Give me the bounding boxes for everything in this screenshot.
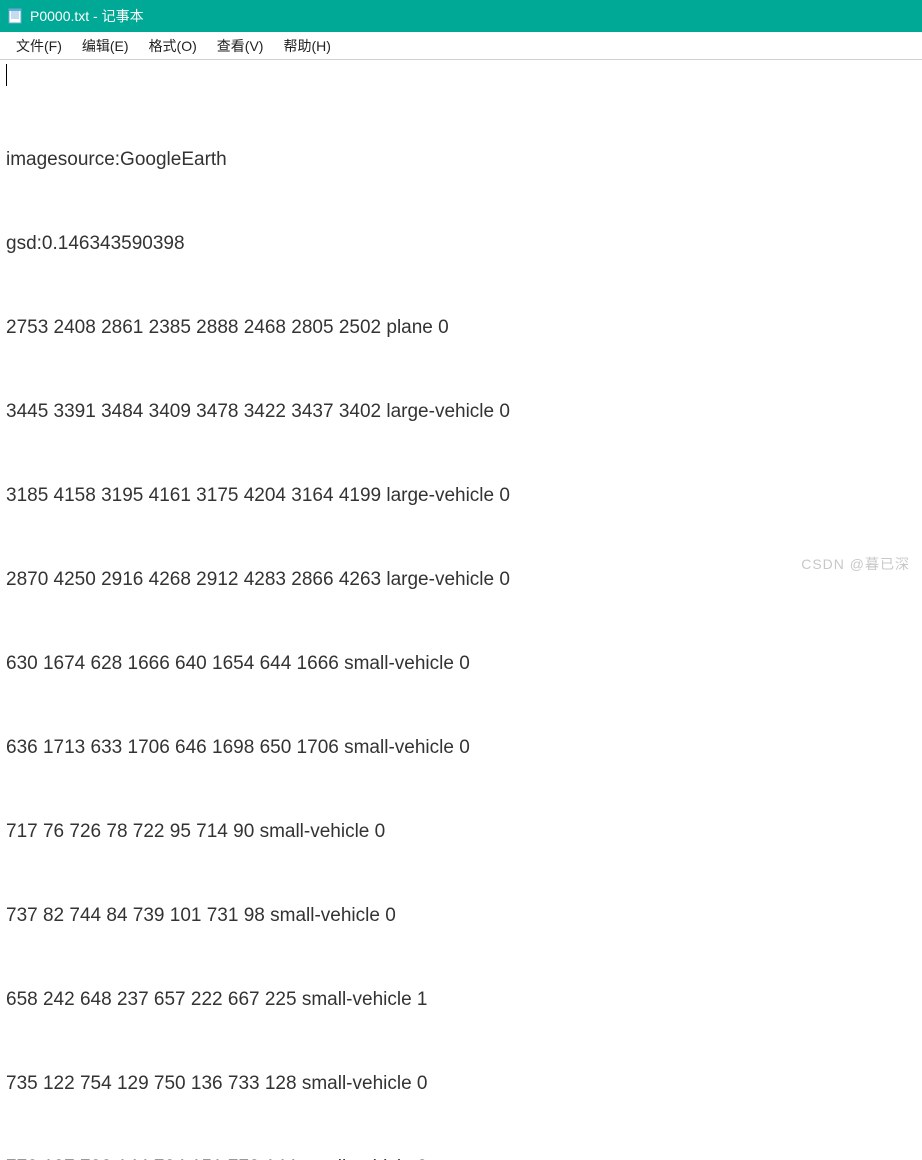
menu-help[interactable]: 帮助(H)	[275, 34, 338, 58]
text-area[interactable]: imagesource:GoogleEarth gsd:0.1463435903…	[0, 60, 922, 1160]
text-line: 3445 3391 3484 3409 3478 3422 3437 3402 …	[6, 398, 916, 426]
text-line: 737 82 744 84 739 101 731 98 small-vehic…	[6, 902, 916, 930]
menu-format[interactable]: 格式(O)	[141, 34, 205, 58]
text-line: 3185 4158 3195 4161 3175 4204 3164 4199 …	[6, 482, 916, 510]
window-title: P0000.txt - 记事本	[30, 6, 144, 26]
text-line: 658 242 648 237 657 222 667 225 small-ve…	[6, 986, 916, 1014]
menu-edit[interactable]: 编辑(E)	[74, 34, 137, 58]
text-line: 2753 2408 2861 2385 2888 2468 2805 2502 …	[6, 314, 916, 342]
text-line: imagesource:GoogleEarth	[6, 146, 916, 174]
text-line: 773 137 788 144 784 151 770 144 small-ve…	[6, 1154, 916, 1160]
text-line: 2870 4250 2916 4268 2912 4283 2866 4263 …	[6, 566, 916, 594]
watermark: CSDN @暮已深	[801, 554, 910, 574]
text-line: 717 76 726 78 722 95 714 90 small-vehicl…	[6, 818, 916, 846]
text-line: 630 1674 628 1666 640 1654 644 1666 smal…	[6, 650, 916, 678]
text-line: 735 122 754 129 750 136 733 128 small-ve…	[6, 1070, 916, 1098]
notepad-icon	[6, 7, 24, 25]
text-line: gsd:0.146343590398	[6, 230, 916, 258]
text-line: 636 1713 633 1706 646 1698 650 1706 smal…	[6, 734, 916, 762]
text-cursor	[6, 64, 7, 86]
menu-file[interactable]: 文件(F)	[8, 34, 70, 58]
menubar: 文件(F) 编辑(E) 格式(O) 查看(V) 帮助(H)	[0, 32, 922, 60]
menu-view[interactable]: 查看(V)	[209, 34, 272, 58]
titlebar: P0000.txt - 记事本	[0, 0, 922, 32]
